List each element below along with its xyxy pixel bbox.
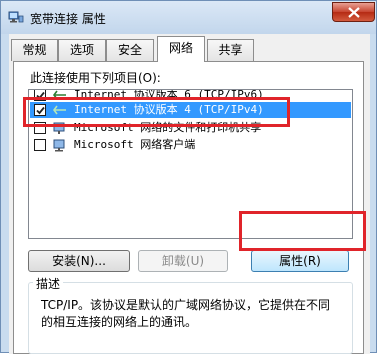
close-icon	[348, 7, 360, 18]
items-label: 此连接使用下列项目(O):	[30, 71, 161, 85]
description-text: TCP/IP。该协议是默认的广域网络协议，它提供在不同 的相互连接的网络上的通讯…	[41, 298, 331, 329]
window-title: 宽带连接 属性	[30, 12, 106, 26]
title-bar[interactable]: 宽带连接 属性	[1, 1, 376, 34]
properties-dialog: 宽带连接 属性 常规 选项 安全 网络 共享 此连接使用下列项目(O): Int…	[0, 0, 377, 354]
item-checkbox[interactable]	[34, 122, 46, 134]
description-title: 描述	[33, 275, 64, 292]
install-button[interactable]: 安装(N)...	[28, 250, 130, 272]
uninstall-button[interactable]: 卸载(U)	[138, 250, 228, 272]
properties-button[interactable]: 属性(R)	[251, 250, 349, 272]
item-checkbox[interactable]	[34, 104, 46, 116]
list-item[interactable]: Microsoft 网络客户端	[30, 137, 351, 153]
tab-security[interactable]: 安全	[106, 39, 154, 61]
network-protocol-icon	[52, 103, 68, 117]
item-label: Microsoft 网络客户端	[74, 138, 196, 151]
tab-networking[interactable]: 网络	[157, 36, 205, 62]
list-item[interactable]: Internet 协议版本 6 (TCP/IPv6)	[30, 89, 351, 101]
item-checkbox[interactable]	[34, 139, 46, 151]
components-list[interactable]: Internet 协议版本 6 (TCP/IPv6) Internet 协议版本…	[28, 89, 353, 239]
tab-general[interactable]: 常规	[11, 39, 58, 61]
list-item[interactable]: Microsoft 网络的文件和打印机共享	[30, 120, 351, 136]
tab-sharing[interactable]: 共享	[207, 39, 254, 61]
network-service-icon	[52, 121, 68, 135]
network-protocol-icon	[52, 90, 68, 101]
item-label: Internet 协议版本 6 (TCP/IPv6)	[74, 89, 264, 101]
dialog-body: 常规 选项 安全 网络 共享 此连接使用下列项目(O): Internet 协议…	[9, 34, 370, 354]
network-client-icon	[52, 138, 68, 152]
close-button[interactable]	[332, 2, 375, 22]
network-connection-icon	[8, 10, 24, 24]
item-label: Microsoft 网络的文件和打印机共享	[74, 121, 262, 134]
networking-panel: 此连接使用下列项目(O): Internet 协议版本 6 (TCP/IPv6)	[13, 61, 364, 354]
item-label: Internet 协议版本 4 (TCP/IPv4)	[74, 103, 264, 116]
description-group: 描述 TCP/IP。该协议是默认的广域网络协议，它提供在不同 的相互连接的网络上…	[28, 275, 353, 354]
item-checkbox[interactable]	[34, 90, 46, 101]
tab-options[interactable]: 选项	[58, 39, 106, 61]
list-item-selected[interactable]: Internet 协议版本 4 (TCP/IPv4)	[30, 102, 351, 118]
